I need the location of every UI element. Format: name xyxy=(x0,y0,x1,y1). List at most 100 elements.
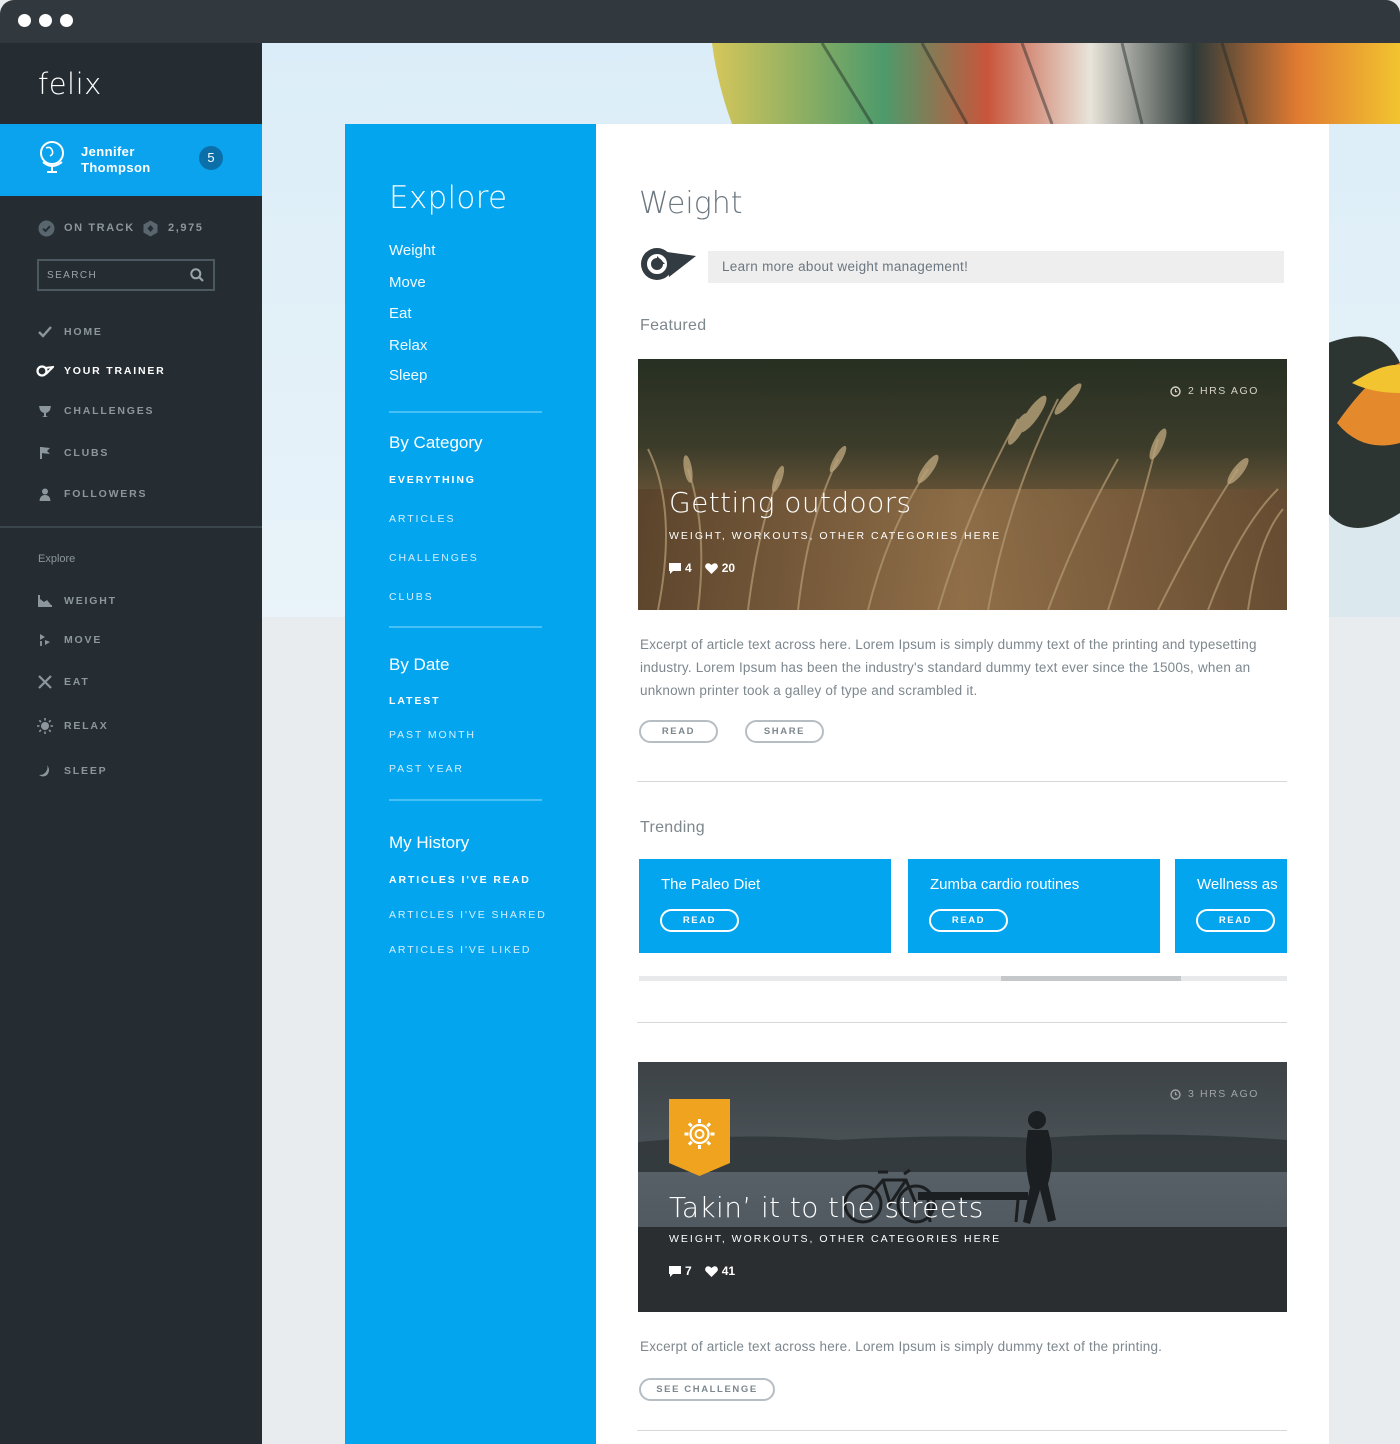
filter-articles[interactable]: ARTICLES xyxy=(389,513,455,525)
trending-read-button[interactable]: READ xyxy=(1196,909,1275,932)
filter-everything[interactable]: EVERYTHING xyxy=(389,474,476,486)
notification-badge[interactable]: 5 xyxy=(199,146,223,170)
trainer-icon xyxy=(36,363,54,379)
nav-item-clubs[interactable]: CLUBS xyxy=(36,443,109,463)
challenge-article-card[interactable]: 3 HRS AGO Takin’ it to the streets WEIGH… xyxy=(638,1062,1287,1312)
featured-excerpt: Excerpt of article text across here. Lor… xyxy=(640,637,1257,698)
flag-icon xyxy=(36,445,54,461)
move-icon xyxy=(36,632,54,648)
filter-challenges[interactable]: CHALLENGES xyxy=(389,552,479,564)
nav-item-eat[interactable]: EAT xyxy=(36,672,90,692)
history-read[interactable]: ARTICLES I'VE READ xyxy=(389,874,531,886)
chart-icon xyxy=(36,593,54,609)
filter-latest[interactable]: LATEST xyxy=(389,695,440,707)
trending-read-button[interactable]: READ xyxy=(929,909,1008,932)
trending-card[interactable]: Zumba cardio routines READ xyxy=(908,859,1160,953)
filter-past-year[interactable]: PAST YEAR xyxy=(389,763,464,775)
nav-item-label: SLEEP xyxy=(64,765,108,777)
search-input[interactable] xyxy=(47,269,187,281)
explore-title: Explore xyxy=(389,180,508,216)
nav-item-label: RELAX xyxy=(64,720,109,732)
nav-item-label: HOME xyxy=(64,326,103,338)
user-last-name: Thompson xyxy=(81,160,151,175)
challenge-title[interactable]: Takin’ it to the streets xyxy=(669,1191,984,1224)
nav-item-sleep[interactable]: SLEEP xyxy=(36,761,107,781)
trending-card[interactable]: Wellness as READ xyxy=(1175,859,1287,953)
search-field[interactable] xyxy=(37,259,215,291)
carousel-scrollbar[interactable] xyxy=(639,976,1287,981)
nav-item-followers[interactable]: FOLLOWERS xyxy=(36,484,147,504)
nav-item-challenges[interactable]: CHALLENGES xyxy=(36,401,154,421)
explore-link-weight[interactable]: Weight xyxy=(389,242,435,259)
nav-item-label: FOLLOWERS xyxy=(64,488,148,500)
cutlery-icon xyxy=(36,674,54,690)
on-track-status: ON TRACK xyxy=(38,219,135,237)
user-first-name: Jennifer xyxy=(81,144,135,159)
window-minimize-dot[interactable] xyxy=(39,14,52,27)
my-history-title: My History xyxy=(389,833,470,852)
globe-icon xyxy=(40,141,64,173)
read-button[interactable]: READ xyxy=(639,720,718,743)
section-divider xyxy=(637,781,1287,782)
by-date-title: By Date xyxy=(389,655,450,674)
trainer-icon xyxy=(641,248,696,280)
user-profile[interactable]: Jennifer Thompson 5 xyxy=(0,124,262,196)
filter-clubs[interactable]: CLUBS xyxy=(389,591,434,603)
trophy-icon xyxy=(36,403,54,419)
history-shared[interactable]: ARTICLES I'VE SHARED xyxy=(389,909,547,921)
featured-title[interactable]: Getting outdoors xyxy=(669,486,912,519)
featured-likes: 20 xyxy=(721,561,736,575)
explore-divider xyxy=(389,411,542,413)
challenge-comments: 7 xyxy=(685,1264,692,1278)
trending-title: Wellness as xyxy=(1197,876,1278,893)
nav-item-home[interactable]: HOME xyxy=(36,322,103,342)
check-circle-icon xyxy=(38,220,55,236)
sun-icon xyxy=(36,718,54,734)
see-challenge-button[interactable]: SEE CHALLENGE xyxy=(639,1378,775,1401)
hexagon-icon xyxy=(143,220,158,236)
trainer-message[interactable]: Learn more about weight management! xyxy=(708,251,1284,283)
carousel-scroll-thumb[interactable] xyxy=(1001,976,1181,981)
featured-categories: WEIGHT, WORKOUTS, OTHER CATEGORIES HERE xyxy=(669,530,1002,542)
nav-item-move[interactable]: MOVE xyxy=(36,630,102,650)
challenge-categories: WEIGHT, WORKOUTS, OTHER CATEGORIES HERE xyxy=(669,1233,1002,1245)
featured-label: Featured xyxy=(640,317,707,334)
explore-link-move[interactable]: Move xyxy=(389,274,426,291)
nav-item-label: CHALLENGES xyxy=(64,405,155,417)
nav-item-relax[interactable]: RELAX xyxy=(36,716,109,736)
trending-read-button[interactable]: READ xyxy=(660,909,739,932)
window-close-dot[interactable] xyxy=(18,14,31,27)
challenge-time-ago: 3 HRS AGO xyxy=(1187,1088,1259,1100)
comment-icon xyxy=(669,1265,681,1277)
explore-divider xyxy=(389,626,542,628)
window-maximize-dot[interactable] xyxy=(60,14,73,27)
nav-item-weight[interactable]: WEIGHT xyxy=(36,591,117,611)
trending-card[interactable]: The Paleo Diet READ xyxy=(639,859,891,953)
challenge-time: 3 HRS AGO xyxy=(1170,1088,1259,1100)
featured-article-card[interactable]: 2 HRS AGO Getting outdoors WEIGHT, WORKO… xyxy=(638,359,1287,610)
user-name: Jennifer Thompson xyxy=(81,144,151,176)
nav-item-label: MOVE xyxy=(64,634,103,646)
moon-icon xyxy=(36,763,54,779)
nav-item-label: WEIGHT xyxy=(64,595,117,607)
challenge-meta: 7 41 xyxy=(669,1264,748,1278)
trending-title: Zumba cardio routines xyxy=(930,876,1080,893)
challenge-excerpt: Excerpt of article text across here. Lor… xyxy=(640,1339,1163,1354)
clock-icon xyxy=(1170,385,1181,397)
nav-item-your-trainer[interactable]: YOUR TRAINER xyxy=(36,361,166,381)
window-titlebar xyxy=(0,0,1400,43)
explore-link-sleep[interactable]: Sleep xyxy=(389,367,427,384)
app-logo[interactable]: felix xyxy=(38,67,102,101)
explore-link-relax[interactable]: Relax xyxy=(389,337,427,354)
search-icon[interactable] xyxy=(190,268,204,282)
filter-past-month[interactable]: PAST MONTH xyxy=(389,729,476,741)
trending-carousel[interactable]: The Paleo Diet READ Zumba cardio routine… xyxy=(639,859,1287,955)
nav-item-label: YOUR TRAINER xyxy=(64,365,166,377)
points-value: 2,975 xyxy=(168,222,204,234)
share-button[interactable]: SHARE xyxy=(745,720,824,743)
points-status: 2,975 xyxy=(142,219,204,237)
explore-link-eat[interactable]: Eat xyxy=(389,305,412,322)
sidebar-divider xyxy=(0,526,262,528)
heart-icon xyxy=(704,1265,718,1277)
history-liked[interactable]: ARTICLES I'VE LIKED xyxy=(389,944,531,956)
